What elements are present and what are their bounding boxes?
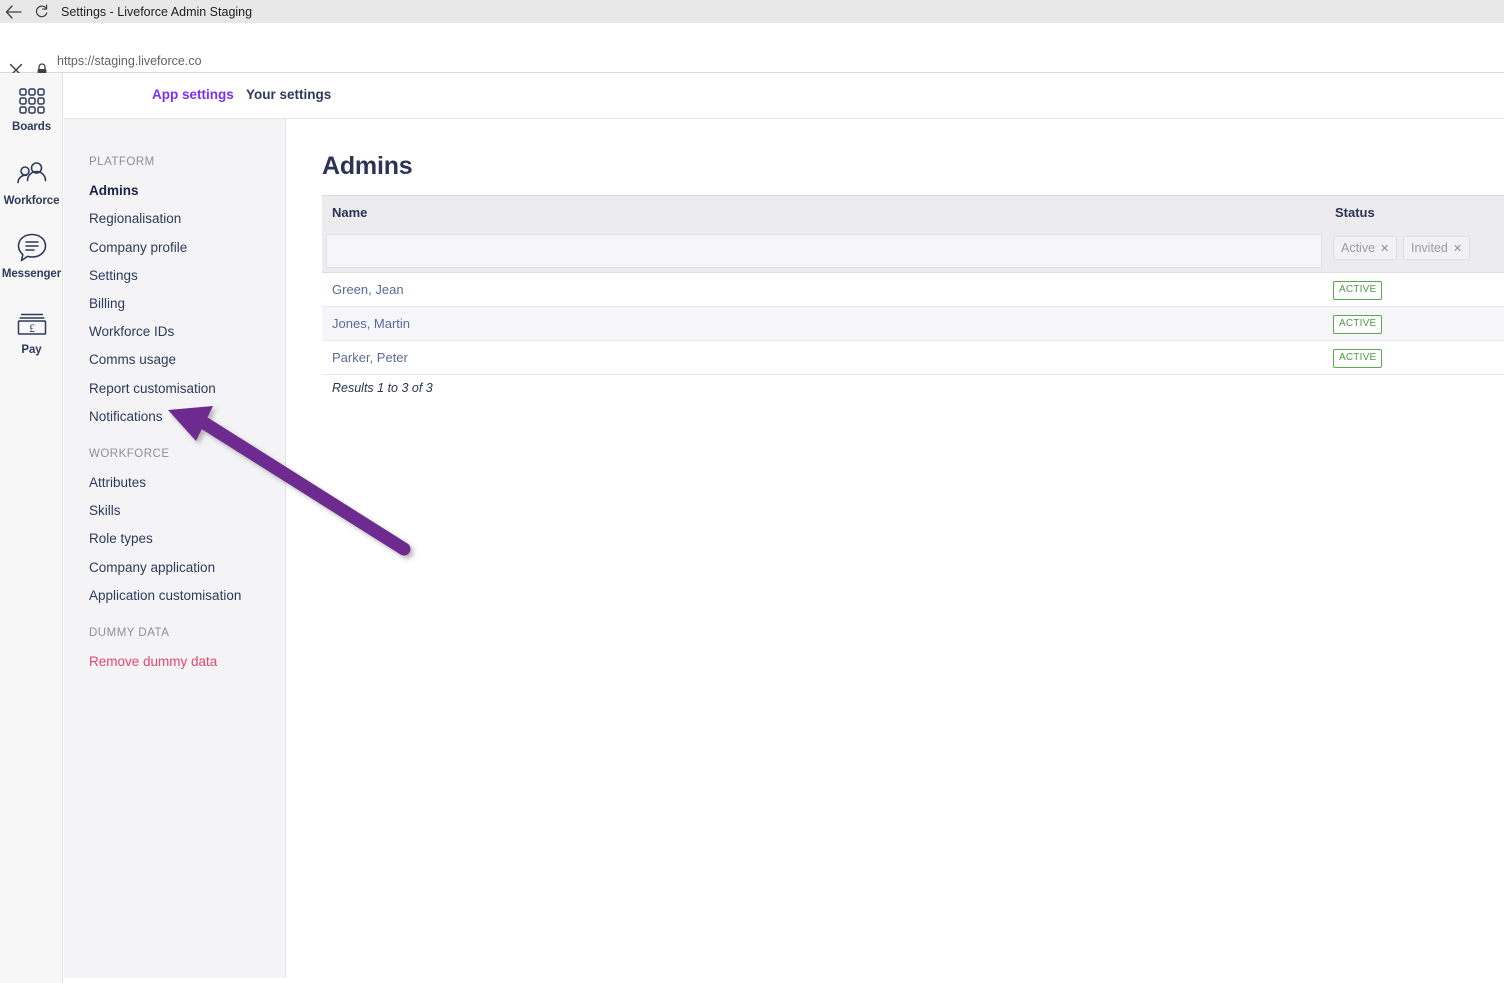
- close-icon[interactable]: ✕: [1380, 242, 1389, 255]
- chip-label: Active: [1341, 241, 1376, 255]
- rail-item-boards[interactable]: Boards: [0, 82, 63, 133]
- admin-name-link[interactable]: Parker, Peter: [332, 350, 408, 365]
- name-filter-input[interactable]: [326, 234, 1322, 268]
- status-badge: ACTIVE: [1333, 349, 1383, 368]
- settings-nav: PLATFORM Admins Regionalisation Company …: [64, 119, 286, 978]
- column-header-status[interactable]: Status: [1335, 205, 1375, 220]
- column-header-name[interactable]: Name: [332, 205, 367, 220]
- rail-item-label: Workforce: [3, 195, 60, 207]
- url-host-text[interactable]: https://staging.liveforce.co: [57, 54, 202, 68]
- table-row[interactable]: Parker, Peter ACTIVE: [322, 341, 1504, 375]
- status-badge: ACTIVE: [1333, 315, 1383, 334]
- rail-item-workforce[interactable]: Workforce: [0, 156, 63, 207]
- nav-item-company-application[interactable]: Company application: [89, 560, 215, 575]
- rail-item-label: Messenger: [1, 268, 62, 280]
- rail-item-pay[interactable]: £ Pay: [0, 305, 63, 356]
- tab-your-settings[interactable]: Your settings: [246, 87, 331, 102]
- rail-item-label: Boards: [11, 121, 52, 133]
- window-title: Settings - Liveforce Admin Staging: [61, 4, 253, 19]
- nav-item-attributes[interactable]: Attributes: [89, 475, 146, 490]
- nav-item-billing[interactable]: Billing: [89, 296, 125, 311]
- admin-name-link[interactable]: Jones, Martin: [332, 316, 410, 331]
- rail-item-messenger[interactable]: Messenger: [0, 229, 63, 280]
- banknotes-pound-icon: £: [15, 305, 49, 339]
- url-bar: https://staging.liveforce.co Admins: [0, 23, 1504, 88]
- svg-text:£: £: [29, 323, 35, 335]
- admins-table: Name Status Active ✕ Invited ✕ Green, Je…: [322, 195, 1504, 375]
- nav-item-remove-dummy-data[interactable]: Remove dummy data: [89, 654, 217, 669]
- table-row[interactable]: Green, Jean ACTIVE: [322, 273, 1504, 307]
- status-filter-chip-invited[interactable]: Invited ✕: [1403, 236, 1471, 260]
- nav-item-report-customisation[interactable]: Report customisation: [89, 381, 216, 396]
- results-count: Results 1 to 3 of 3: [332, 381, 433, 395]
- settings-tabs-bar: App settings Your settings: [63, 73, 1504, 119]
- reload-icon[interactable]: [26, 0, 56, 23]
- nav-item-admins[interactable]: Admins: [89, 183, 139, 198]
- grid-icon: [17, 82, 47, 116]
- nav-item-company-profile[interactable]: Company profile: [89, 240, 187, 255]
- nav-item-regionalisation[interactable]: Regionalisation: [89, 211, 181, 226]
- nav-group-title-dummy-data: DUMMY DATA: [89, 627, 170, 639]
- browser-toolbar: Settings - Liveforce Admin Staging: [0, 0, 1504, 23]
- nav-item-application-customisation[interactable]: Application customisation: [89, 588, 241, 603]
- tab-app-settings[interactable]: App settings: [152, 87, 234, 102]
- nav-item-settings[interactable]: Settings: [89, 268, 138, 283]
- rail-item-label: Pay: [21, 344, 42, 356]
- people-icon: [16, 156, 48, 190]
- nav-item-skills[interactable]: Skills: [89, 503, 121, 518]
- page-title: Admins: [322, 152, 413, 180]
- nav-item-notifications[interactable]: Notifications: [89, 409, 163, 424]
- nav-item-workforce-ids[interactable]: Workforce IDs: [89, 324, 174, 339]
- table-row[interactable]: Jones, Martin ACTIVE: [322, 307, 1504, 341]
- status-badge: ACTIVE: [1333, 281, 1383, 300]
- nav-item-role-types[interactable]: Role types: [89, 531, 153, 546]
- chat-bubble-icon: [16, 229, 48, 263]
- admin-name-link[interactable]: Green, Jean: [332, 282, 404, 297]
- status-filter-chip-active[interactable]: Active ✕: [1333, 236, 1398, 260]
- chip-label: Invited: [1411, 241, 1448, 255]
- table-filter-row: Active ✕ Invited ✕: [322, 229, 1504, 273]
- table-header-row: Name Status: [322, 195, 1504, 229]
- app-left-rail: Boards Workforce Messenger £ Pay: [0, 73, 63, 983]
- nav-group-title-platform: PLATFORM: [89, 156, 155, 168]
- close-icon[interactable]: ✕: [1453, 242, 1462, 255]
- nav-group-title-workforce: WORKFORCE: [89, 448, 170, 460]
- nav-item-comms-usage[interactable]: Comms usage: [89, 352, 176, 367]
- back-arrow-icon[interactable]: [0, 0, 26, 23]
- main-content: Admins Name Status Active ✕ Invited ✕ Gr…: [287, 119, 1504, 983]
